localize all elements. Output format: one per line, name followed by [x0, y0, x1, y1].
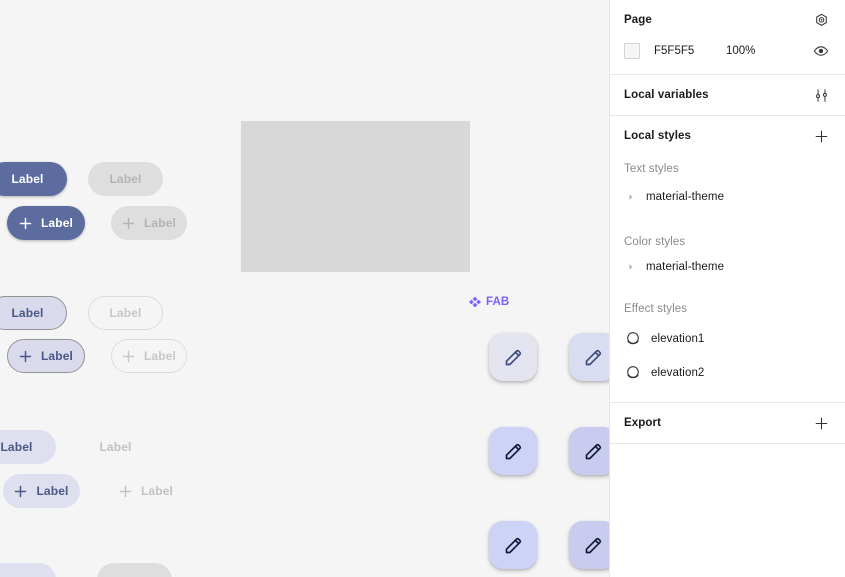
tune-sliders-glyph	[815, 88, 827, 102]
button-text[interactable]: Label	[0, 430, 56, 464]
right-properties-panel: Page F5F5F5 100% Local variables Local s…	[609, 0, 845, 577]
page-fill-hex[interactable]: F5F5F5	[654, 45, 726, 57]
style-name: material-theme	[646, 261, 725, 273]
add-export-plus-icon[interactable]	[809, 411, 833, 435]
button-outlined-with-icon[interactable]: Label	[7, 339, 85, 373]
pencil-icon	[585, 349, 601, 365]
effect-style-icon	[627, 332, 639, 345]
button-label: Label	[36, 484, 69, 498]
eye-icon[interactable]	[809, 39, 833, 63]
page-fill-swatch[interactable]	[624, 42, 640, 59]
page-header: Page	[610, 0, 845, 40]
pencil-icon	[505, 443, 521, 459]
button-outlined[interactable]: Label	[0, 296, 67, 330]
component-diamond-icon	[469, 296, 481, 308]
figma-window: FAB Label Label Label Label Label Label	[0, 0, 845, 577]
button-filled-disabled-clipped[interactable]	[97, 563, 172, 577]
local-styles-section: Local styles Text styles material-theme	[610, 116, 845, 403]
page-fill-opacity[interactable]: 100%	[726, 45, 809, 57]
button-text-clipped[interactable]	[0, 563, 56, 577]
button-label: Label	[143, 216, 177, 230]
fab-edit-4[interactable]	[569, 427, 609, 475]
button-label: Label	[143, 349, 177, 363]
export-section: Export	[610, 403, 845, 444]
button-label: Label	[11, 172, 44, 186]
fab-edit-3[interactable]	[489, 427, 537, 475]
design-canvas[interactable]: FAB Label Label Label Label Label Label	[0, 0, 609, 577]
fab-edit-6[interactable]	[569, 521, 609, 569]
button-label: Label	[40, 216, 74, 230]
button-text-icon-disabled[interactable]: Label	[108, 474, 184, 508]
group-label-effect-styles: Effect styles	[624, 303, 688, 315]
button-filled-with-icon[interactable]: Label	[7, 206, 85, 240]
group-label-text-styles: Text styles	[624, 163, 679, 175]
export-title: Export	[624, 417, 662, 429]
image-placeholder[interactable]	[241, 121, 470, 272]
style-row-elevation2[interactable]: elevation2	[610, 356, 845, 390]
local-variables-header[interactable]: Local variables	[610, 75, 845, 115]
button-label: Label	[140, 484, 174, 498]
plus-icon	[19, 217, 32, 229]
button-filled[interactable]: Label	[0, 162, 67, 196]
button-label: Label	[109, 306, 142, 320]
page-fill-row: F5F5F5 100%	[610, 40, 845, 74]
button-filled-disabled[interactable]: Label	[88, 162, 163, 196]
chevron-right-icon[interactable]	[624, 193, 638, 201]
pencil-icon	[505, 349, 521, 365]
fab-edit-2[interactable]	[569, 333, 609, 381]
page-section: Page F5F5F5 100%	[610, 0, 845, 75]
button-label: Label	[99, 440, 132, 454]
pencil-icon	[505, 537, 521, 553]
button-text-disabled[interactable]: Label	[78, 430, 153, 464]
export-header: Export	[610, 403, 845, 443]
plus-icon	[119, 485, 132, 497]
plus-glyph	[815, 130, 827, 142]
style-name: elevation1	[651, 333, 705, 345]
local-styles-title: Local styles	[624, 130, 692, 142]
button-filled-icon-disabled[interactable]: Label	[111, 206, 187, 240]
plus-icon	[122, 217, 135, 229]
plus-glyph	[815, 417, 827, 429]
style-row-color-material-theme[interactable]: material-theme	[610, 252, 845, 282]
style-name: elevation2	[651, 367, 705, 379]
plus-icon	[122, 350, 135, 362]
effect-style-icon	[627, 366, 639, 379]
button-label: Label	[40, 349, 74, 363]
button-text-with-icon[interactable]: Label	[3, 474, 80, 508]
chevron-right-icon[interactable]	[624, 263, 638, 271]
component-set-label-fab[interactable]: FAB	[469, 296, 509, 308]
button-label: Label	[0, 440, 33, 454]
style-row-elevation1[interactable]: elevation1	[610, 322, 845, 356]
button-outlined-disabled[interactable]: Label	[88, 296, 163, 330]
add-style-plus-icon[interactable]	[809, 124, 833, 148]
page-title: Page	[624, 14, 652, 26]
plus-icon	[15, 485, 27, 497]
chevron-right-glyph	[629, 264, 633, 270]
local-variables-title: Local variables	[624, 89, 709, 101]
page-style-glyph	[815, 13, 827, 26]
style-name: material-theme	[646, 191, 725, 203]
fab-edit-5[interactable]	[489, 521, 537, 569]
group-label-color-styles: Color styles	[624, 236, 686, 248]
page-style-icon[interactable]	[809, 8, 833, 32]
pencil-icon	[585, 443, 601, 459]
local-styles-header: Local styles	[610, 116, 845, 156]
style-row-text-material-theme[interactable]: material-theme	[610, 182, 845, 212]
pencil-icon	[585, 537, 601, 553]
local-variables-section[interactable]: Local variables	[610, 75, 845, 116]
plus-icon	[19, 350, 32, 362]
button-outlined-icon-disabled[interactable]: Label	[111, 339, 187, 373]
chevron-right-glyph	[629, 194, 633, 200]
eye-glyph	[813, 45, 829, 56]
button-label: Label	[11, 306, 44, 320]
button-label: Label	[109, 172, 142, 186]
tune-sliders-icon[interactable]	[809, 83, 833, 107]
component-set-label-text: FAB	[486, 296, 510, 308]
fab-edit-1[interactable]	[489, 333, 537, 381]
